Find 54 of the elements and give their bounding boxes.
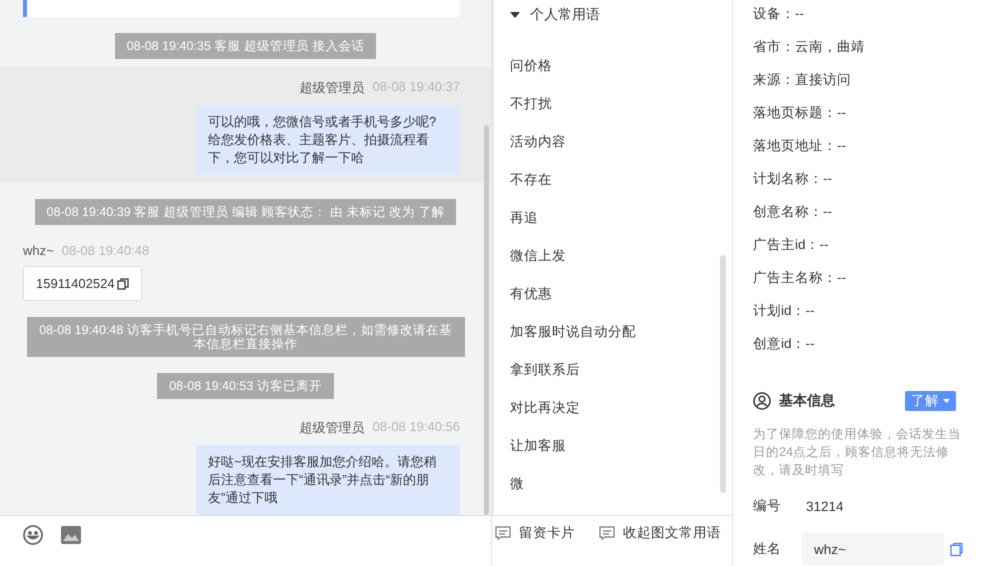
- message-icon: [599, 526, 615, 540]
- info-line: 广告主名称：--: [753, 269, 846, 287]
- sender-name: 超级管理员: [300, 419, 365, 437]
- phrase-item[interactable]: 活动内容: [494, 123, 732, 161]
- field-label: 姓名: [753, 540, 782, 558]
- system-notice: 08-08 19:40:48 访客手机号已自动标记右侧基本信息栏，如需修改请在基本信息栏直接操作: [26, 317, 464, 357]
- phrase-item[interactable]: 不打扰: [494, 85, 732, 123]
- info-line: 广告主id：--: [753, 236, 828, 254]
- system-notice: 08-08 19:40:53 访客已离开: [157, 373, 334, 399]
- message-bubble: 好哒~现在安排客服加您介绍哈。请您稍后注意查看一下“通讯录”并点击“新的朋友”通过下哦: [196, 445, 460, 515]
- name-input[interactable]: whz~: [802, 533, 944, 565]
- caret-icon: [943, 399, 950, 403]
- caret-icon[interactable]: [510, 12, 520, 18]
- info-line: 设备：--: [753, 5, 804, 23]
- info-line: 来源：直接访问: [753, 71, 851, 89]
- info-line: 省市：云南，曲靖: [753, 38, 865, 56]
- phrase-item[interactable]: 微: [494, 465, 732, 503]
- phrase-item[interactable]: 对比再决定: [494, 389, 732, 427]
- phrase-item[interactable]: 加客服时说自动分配: [494, 313, 732, 351]
- info-line: 创意名称：--: [753, 203, 832, 221]
- group-title[interactable]: 个人常用语: [530, 6, 600, 24]
- user-icon: [753, 392, 771, 410]
- phrase-action-button[interactable]: 留资卡片: [495, 524, 575, 542]
- message-icon: [495, 526, 511, 540]
- phrase-item[interactable]: 让加客服: [494, 427, 732, 465]
- sender-name: whz~: [23, 243, 54, 258]
- system-notice: 08-08 19:40:35 客服 超级管理员 接入会话: [114, 33, 376, 59]
- phrase-item[interactable]: 不存在: [494, 161, 732, 199]
- phrase-item[interactable]: 问价格: [494, 47, 732, 85]
- field-value: 31214: [806, 498, 844, 514]
- message-time: 08-08 19:40:48: [62, 243, 150, 258]
- phrase-item[interactable]: 微信上发: [494, 237, 732, 275]
- phrase-action-button[interactable]: 收起图文常用语: [599, 524, 721, 542]
- section-title: 基本信息: [779, 392, 836, 410]
- scrollbar[interactable]: [484, 125, 489, 515]
- phone-number: 15911402524: [36, 276, 115, 291]
- notice-text: 为了保障您的使用体验，会话发生当日的24点之后，顾客信息将无法修改，请及时填写: [753, 426, 962, 479]
- message-bubble: 可以的哦，您微信号或者手机号多少呢?给您发价格表、主题客片、拍摄流程看下，您可以对比了解一下哈: [196, 105, 460, 175]
- sender-name: 超级管理员: [300, 79, 365, 97]
- copy-icon[interactable]: [116, 278, 129, 290]
- message-time: 08-08 19:40:56: [372, 419, 460, 436]
- emoji-icon[interactable]: [22, 524, 44, 546]
- image-icon[interactable]: [60, 524, 82, 546]
- system-notice: 08-08 19:40:39 客服 超级管理员 编辑 顾客状态： 由 未标记 改为 了解: [34, 199, 456, 225]
- info-line: 计划名称：--: [753, 170, 832, 188]
- info-line: 创意id：--: [753, 335, 814, 353]
- phrase-item[interactable]: 再追: [494, 199, 732, 237]
- field-label: 编号: [753, 497, 782, 515]
- info-line: 落地页地址：--: [753, 137, 846, 155]
- phrase-item[interactable]: 有优惠: [494, 275, 732, 313]
- phrase-item[interactable]: 拿到联系后: [494, 351, 732, 389]
- info-line: 计划id：--: [753, 302, 814, 320]
- info-line: 落地页标题：--: [753, 104, 846, 122]
- scrollbar[interactable]: [720, 255, 726, 493]
